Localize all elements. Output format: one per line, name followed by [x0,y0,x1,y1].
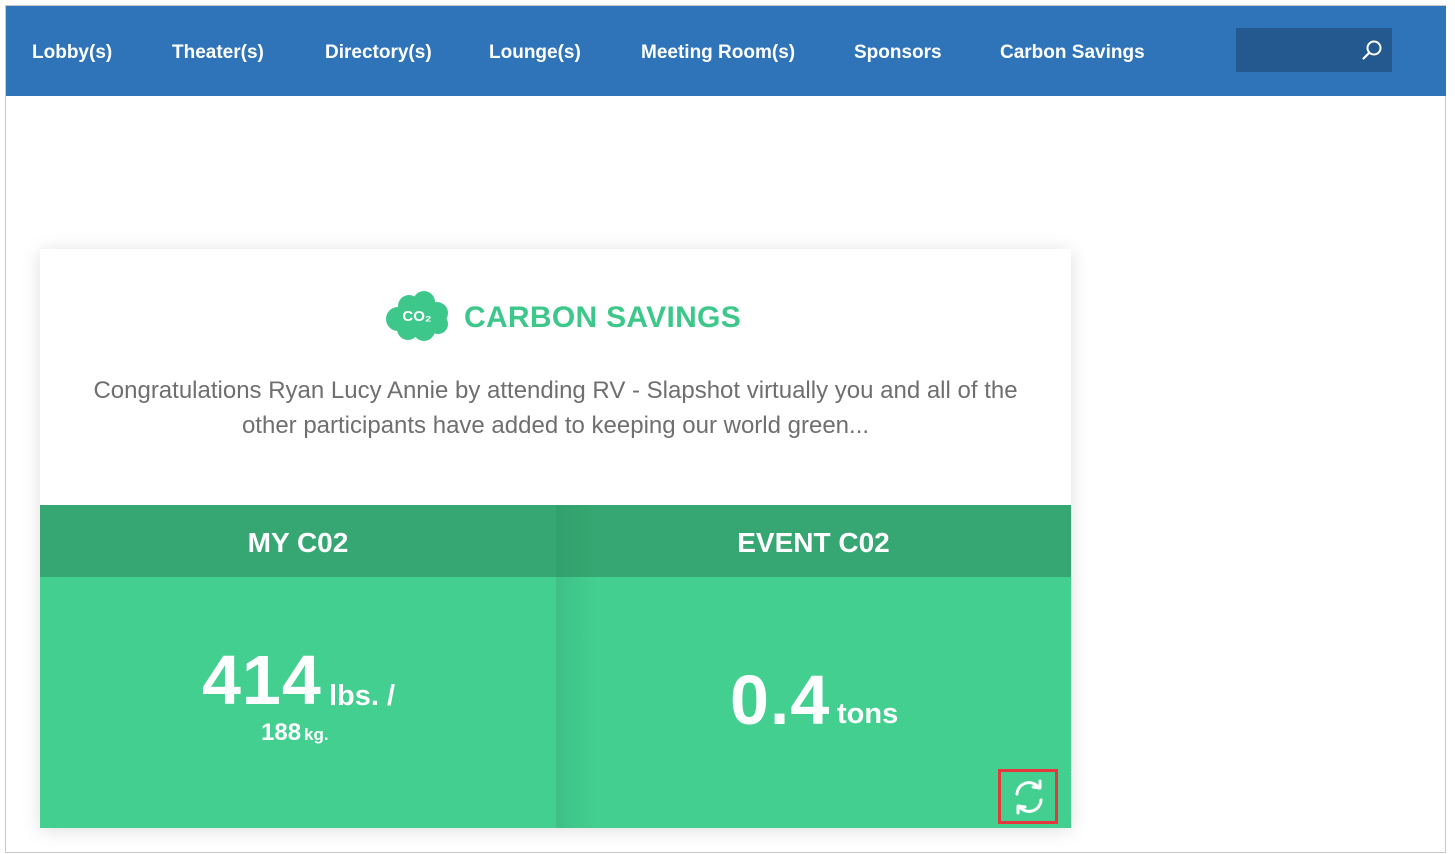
search-icon[interactable] [1360,38,1384,62]
nav-lobby[interactable]: Lobby(s) [32,6,112,96]
nav-theater[interactable]: Theater(s) [172,6,264,96]
my-co2-value: 414 [202,641,322,719]
nav-meeting-room[interactable]: Meeting Room(s) [641,6,795,96]
my-co2-header: MY C02 [40,505,556,577]
carbon-savings-card: CO₂ CARBON SAVINGS Congratulations Ryan … [40,249,1071,828]
search-box [1236,28,1392,72]
search-input[interactable] [1236,28,1354,72]
event-co2-header: EVENT C02 [556,505,1071,577]
my-co2-kg: 188 kg. [261,719,329,747]
refresh-icon [1015,779,1043,815]
my-co2-kg-unit: kg. [304,725,329,744]
congratulations-message: Congratulations Ryan Lucy Annie by atten… [93,377,1018,439]
co2-icon-text: CO₂ [402,308,431,325]
my-co2-panel: MY C02 414 lbs. / 188 kg. [40,505,556,828]
nav-directory[interactable]: Directory(s) [325,6,432,96]
my-co2-kg-value: 188 [261,719,302,746]
event-co2-panel: EVENT C02 0.4 tons [556,505,1071,828]
event-co2-value: 0.4 [730,661,831,739]
card-title: CARBON SAVINGS [464,301,741,334]
refresh-button[interactable] [998,769,1058,824]
event-co2-unit: tons [837,698,899,730]
nav-sponsors[interactable]: Sponsors [854,6,942,96]
card-title-row: CO₂ CARBON SAVINGS [40,289,1071,349]
nav-carbon-savings[interactable]: Carbon Savings [1000,6,1145,96]
nav-lounge[interactable]: Lounge(s) [489,6,581,96]
co2-cloud-icon: CO₂ [386,291,448,341]
my-co2-unit: lbs. / [329,680,396,712]
top-navbar: Lobby(s) Theater(s) Directory(s) Lounge(… [6,6,1446,96]
